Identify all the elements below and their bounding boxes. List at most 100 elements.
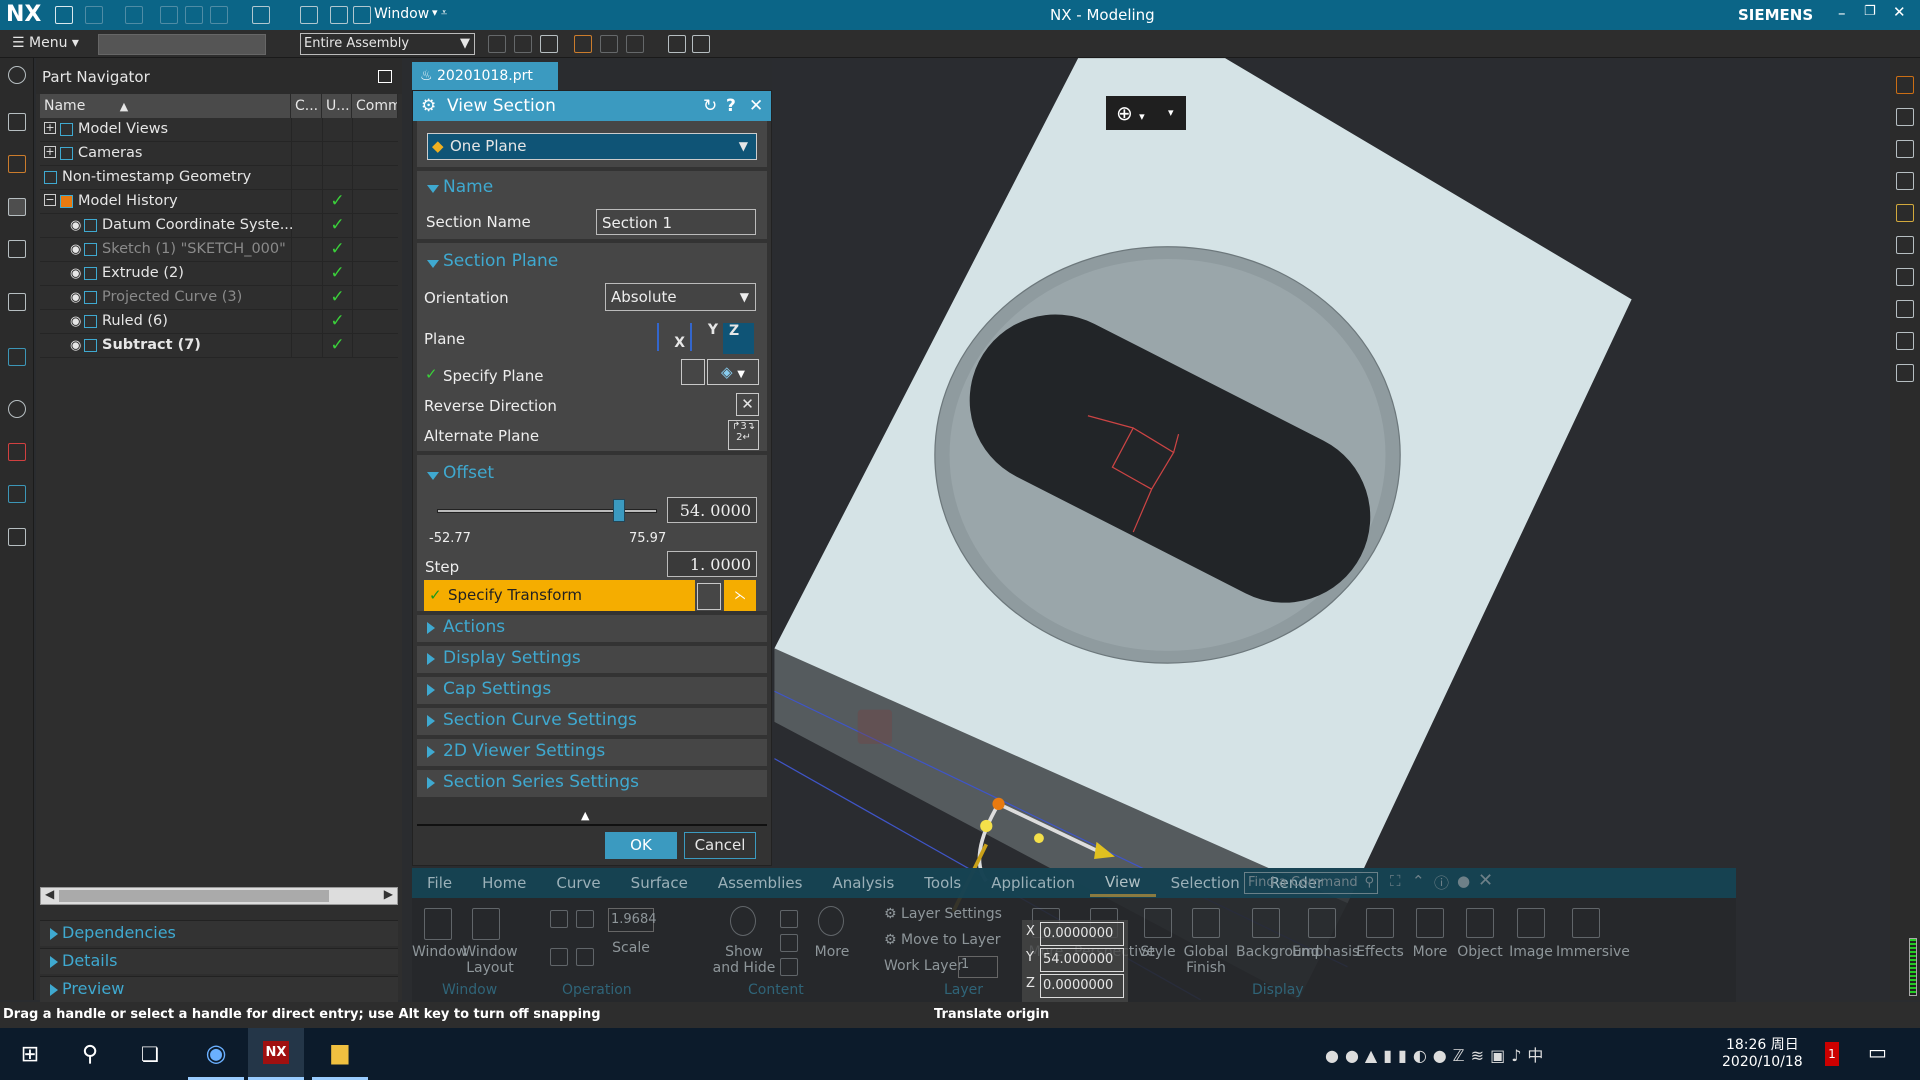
collapse-dialog-icon[interactable]: ▲ [581, 809, 589, 822]
help-icon[interactable]: ⓘ [1434, 872, 1449, 893]
tab-view[interactable]: View [1090, 870, 1156, 897]
solid-icon[interactable] [692, 35, 710, 53]
dialog-title-bar[interactable]: ⚙ View Section ↻ ? ✕ [413, 91, 771, 121]
plane-x-button[interactable]: X [657, 323, 685, 351]
web-browser-icon[interactable] [8, 348, 26, 366]
z-input[interactable]: 0.0000000 [1040, 974, 1124, 998]
group-header[interactable]: Name [443, 177, 493, 197]
navigator-section-preview[interactable]: Preview [40, 976, 398, 1002]
work-layer-dropdown[interactable]: 1 [958, 956, 998, 978]
minimize-ribbon-icon[interactable]: ⌃ [1412, 872, 1425, 890]
graphics-window[interactable]: ⊕ ▾ ▾ [772, 58, 1890, 1000]
navigator-section-details[interactable]: Details [40, 948, 398, 974]
immersive-button[interactable]: Immersive [1556, 944, 1630, 960]
section-name-input[interactable]: Section 1 [596, 209, 756, 235]
chevron-down-icon[interactable]: ▾ [1168, 96, 1174, 130]
view-triad-menu[interactable]: ⊕ ▾ ▾ [1106, 96, 1186, 130]
column-comment[interactable]: Comm [352, 94, 398, 118]
specify-plane-label[interactable]: Specify Plane [443, 367, 544, 385]
style-icon[interactable] [1144, 908, 1172, 938]
group-actions[interactable]: Actions [417, 615, 767, 642]
column-uptodate[interactable]: U... [322, 94, 352, 118]
scroll-indicator[interactable] [1909, 938, 1917, 996]
more-icon[interactable] [818, 906, 844, 936]
command-finder-input[interactable]: Find a Command ⚲ [1244, 872, 1378, 894]
snap-view-icon[interactable] [1896, 332, 1914, 350]
snap-point-icon[interactable] [574, 35, 592, 53]
tab-selection[interactable]: Selection [1156, 874, 1255, 892]
selection-scope-dropdown[interactable]: Entire Assembly ▼ [300, 33, 475, 55]
point-dialog-button[interactable] [697, 583, 721, 610]
fit-icon[interactable] [550, 910, 568, 928]
task-view-icon[interactable]: ❏ [122, 1028, 178, 1080]
group-header[interactable]: Section Plane [443, 251, 558, 271]
restore-button[interactable]: ❐ [1864, 4, 1876, 19]
select-icon[interactable] [600, 35, 618, 53]
layer-settings-button[interactable]: ⚙ Layer Settings [884, 906, 1002, 922]
group-section-series-settings[interactable]: Section Series Settings [417, 770, 767, 797]
more-icon[interactable] [1416, 908, 1444, 938]
tab-application[interactable]: Application [976, 874, 1090, 892]
pan-icon[interactable] [550, 948, 568, 966]
move-to-layer-button[interactable]: ⚙ Move to Layer [884, 932, 1001, 948]
tree-row[interactable]: + Cameras [40, 142, 398, 166]
search-icon[interactable]: ⚲ [62, 1028, 118, 1080]
group-section-curve-settings[interactable]: Section Curve Settings [417, 708, 767, 735]
image-button[interactable]: Image [1501, 944, 1561, 960]
effects-icon[interactable] [1366, 908, 1394, 938]
file-tab[interactable]: ♨ 20201018.prt ▣✕ [412, 62, 558, 112]
hd3d-icon[interactable] [8, 293, 26, 311]
reset-icon[interactable]: ↻ [703, 91, 717, 121]
window-button[interactable]: Window [412, 944, 467, 960]
tab-analysis[interactable]: Analysis [817, 874, 909, 892]
background-button[interactable]: Background [1236, 944, 1320, 960]
tree-row[interactable]: ◉ Subtract (7) ✓ [40, 334, 398, 358]
tab-surface[interactable]: Surface [616, 874, 703, 892]
tree-node[interactable]: + Cameras [40, 142, 291, 165]
minimize-button[interactable]: – [1838, 4, 1846, 22]
plane-type-dropdown[interactable]: ◈ ▼ [707, 359, 759, 385]
layer-icon[interactable] [1896, 236, 1914, 254]
snap-icon[interactable] [488, 35, 506, 53]
copy-icon[interactable] [185, 6, 203, 24]
expand-icon[interactable]: + [44, 146, 56, 158]
chain-icon[interactable] [514, 35, 532, 53]
tree-node[interactable]: + Model Views [40, 118, 291, 141]
tree-node[interactable]: ◉ Datum Coordinate Syste... [40, 214, 294, 237]
favorite-icon[interactable] [1896, 204, 1914, 222]
switch-window-icon[interactable] [330, 6, 348, 24]
column-name[interactable]: Name ▲ [40, 94, 291, 118]
tree-node[interactable]: ◉ Extrude (2) [40, 262, 291, 285]
x-input[interactable]: 0.0000000 [1040, 922, 1124, 946]
cut-icon[interactable] [160, 6, 178, 24]
group-display-settings[interactable]: Display Settings [417, 646, 767, 673]
cancel-button[interactable]: Cancel [684, 832, 756, 859]
hide-icon[interactable] [780, 910, 798, 928]
emphasis-button[interactable]: Emphasis [1292, 944, 1359, 960]
show-hide-icon[interactable] [730, 906, 756, 936]
content-more-button[interactable]: More [810, 944, 854, 960]
expand-icon[interactable]: + [44, 122, 56, 134]
show-and-hide-button[interactable]: Show and Hide [712, 944, 776, 976]
eye-icon[interactable]: ◉ [70, 262, 81, 285]
tree-row[interactable]: ◉ Extrude (2) ✓ [40, 262, 398, 286]
group-header[interactable]: Offset [443, 463, 494, 483]
view-frame-icon[interactable] [1896, 172, 1914, 190]
reverse-direction-button[interactable]: ✕ [736, 393, 759, 416]
fullscreen-icon[interactable]: ⛶ [1390, 872, 1401, 890]
tree-row[interactable]: Non-timestamp Geometry [40, 166, 398, 190]
tab-tools[interactable]: Tools [909, 874, 976, 892]
tree-row[interactable]: + Model Views [40, 118, 398, 142]
offset-slider-thumb[interactable] [613, 499, 626, 522]
redo-icon[interactable] [125, 6, 143, 24]
plane-dialog-button[interactable] [681, 359, 705, 385]
tab-home[interactable]: Home [467, 874, 541, 892]
browser-icon[interactable]: ◉ [188, 1028, 244, 1080]
gear-icon[interactable] [8, 66, 26, 84]
roles-icon[interactable] [8, 528, 26, 546]
eye-icon[interactable]: ◉ [70, 310, 81, 333]
undo-icon[interactable] [85, 6, 103, 24]
system-tray-icons[interactable]: ●●▲▮▮◐●ℤ≋▣♪中 [1325, 1042, 1549, 1066]
close-icon[interactable]: ✕ [749, 91, 763, 121]
window-icon[interactable] [424, 908, 452, 940]
